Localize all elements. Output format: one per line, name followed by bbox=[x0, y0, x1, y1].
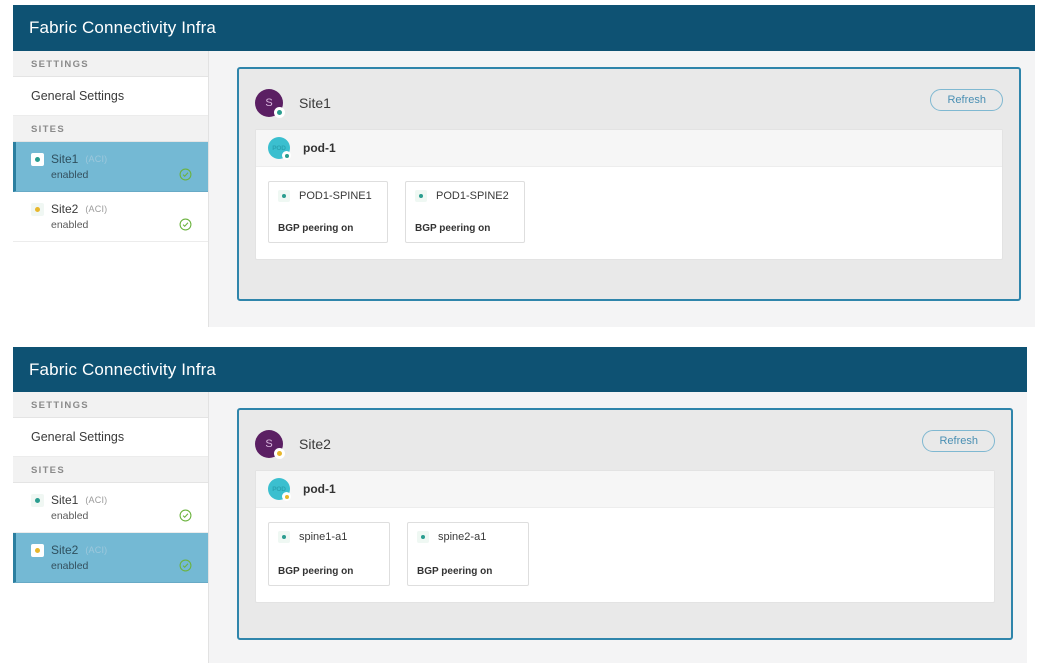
avatar-status-badge-icon bbox=[282, 492, 291, 501]
sidebar-item-general-settings[interactable]: General Settings bbox=[13, 77, 208, 116]
site-avatar: S bbox=[255, 430, 285, 459]
node-name: spine2-a1 bbox=[438, 531, 487, 543]
refresh-button[interactable]: Refresh bbox=[930, 89, 1003, 111]
site-card-header: S Site2 Refresh bbox=[255, 424, 995, 464]
sidebar-item-site2[interactable]: Site2 (ACI) enabled bbox=[13, 533, 208, 583]
pod-avatar: POD bbox=[268, 478, 291, 501]
node-card[interactable]: spine1-a1 BGP peering on bbox=[268, 522, 390, 586]
site-row-header: Site1 (ACI) bbox=[31, 493, 198, 507]
node-card[interactable]: spine2-a1 BGP peering on bbox=[407, 522, 529, 586]
sidebar-section-settings: SETTINGS bbox=[13, 392, 208, 418]
sidebar-item-site1[interactable]: Site1 (ACI) enabled bbox=[13, 483, 208, 533]
site-card-header: S Site1 Refresh bbox=[255, 83, 1003, 123]
node-bgp-status: BGP peering on bbox=[278, 566, 354, 577]
pod-avatar: POD bbox=[268, 137, 291, 160]
site-type: (ACI) bbox=[85, 545, 108, 555]
fabric-connectivity-panel-site2: Fabric Connectivity Infra SETTINGS Gener… bbox=[13, 347, 1027, 663]
check-circle-icon bbox=[179, 559, 192, 572]
panel-body: SETTINGS General Settings SITES Site1 (A… bbox=[13, 51, 1035, 327]
pod-name: pod-1 bbox=[303, 482, 336, 496]
check-circle-icon bbox=[179, 218, 192, 231]
avatar-status-badge-icon bbox=[274, 448, 285, 459]
fabric-connectivity-panel-site1: Fabric Connectivity Infra SETTINGS Gener… bbox=[13, 5, 1035, 327]
site-status-badge-icon bbox=[31, 543, 44, 557]
site-name: Site2 bbox=[51, 202, 79, 216]
node-bgp-status: BGP peering on bbox=[278, 223, 354, 234]
node-name: POD1-SPINE1 bbox=[299, 190, 372, 202]
site-card: S Site1 Refresh POD pod-1 POD1-SPINE1 BG… bbox=[237, 67, 1021, 301]
pod-name: pod-1 bbox=[303, 141, 336, 155]
node-card[interactable]: POD1-SPINE1 BGP peering on bbox=[268, 181, 388, 243]
site-state: enabled bbox=[51, 510, 89, 522]
node-header: POD1-SPINE2 bbox=[415, 190, 515, 202]
sidebar-item-site1[interactable]: Site1 (ACI) enabled bbox=[13, 142, 208, 192]
site-name: Site1 bbox=[51, 493, 79, 507]
node-status-badge-icon bbox=[415, 190, 427, 202]
site-type: (ACI) bbox=[85, 204, 108, 214]
site-status-badge-icon bbox=[31, 202, 44, 216]
site-row-header: Site1 (ACI) bbox=[31, 152, 198, 166]
pod-container: POD pod-1 POD1-SPINE1 BGP peering on POD… bbox=[255, 129, 1003, 260]
sidebar-section-sites: SITES bbox=[13, 116, 208, 142]
sidebar: SETTINGS General Settings SITES Site1 (A… bbox=[13, 392, 209, 663]
site-state: enabled bbox=[51, 560, 89, 572]
page-title: Fabric Connectivity Infra bbox=[29, 18, 217, 37]
sidebar: SETTINGS General Settings SITES Site1 (A… bbox=[13, 51, 209, 327]
sidebar-section-sites: SITES bbox=[13, 457, 208, 483]
node-list: POD1-SPINE1 BGP peering on POD1-SPINE2 B… bbox=[256, 167, 1002, 259]
node-list: spine1-a1 BGP peering on spine2-a1 BGP p… bbox=[256, 508, 994, 602]
site-card: S Site2 Refresh POD pod-1 spine1-a1 BGP … bbox=[237, 408, 1013, 640]
site-status-badge-icon bbox=[31, 152, 44, 166]
pod-header: POD pod-1 bbox=[256, 130, 1002, 167]
node-status-badge-icon bbox=[417, 531, 429, 543]
avatar-status-badge-icon bbox=[282, 151, 291, 160]
check-circle-icon bbox=[179, 509, 192, 522]
site-name: Site1 bbox=[51, 152, 79, 166]
content-area: S Site2 Refresh POD pod-1 spine1-a1 BGP … bbox=[209, 392, 1027, 663]
refresh-button[interactable]: Refresh bbox=[922, 430, 995, 452]
node-bgp-status: BGP peering on bbox=[417, 566, 493, 577]
avatar-letter: S bbox=[265, 97, 273, 109]
node-status-badge-icon bbox=[278, 190, 290, 202]
node-header: spine1-a1 bbox=[278, 531, 380, 543]
pod-container: POD pod-1 spine1-a1 BGP peering on spine… bbox=[255, 470, 995, 603]
avatar-letter: S bbox=[265, 438, 273, 450]
site-avatar: S bbox=[255, 89, 285, 118]
site-card-title: Site2 bbox=[299, 436, 331, 452]
content-area: S Site1 Refresh POD pod-1 POD1-SPINE1 BG… bbox=[209, 51, 1035, 327]
node-name: POD1-SPINE2 bbox=[436, 190, 509, 202]
avatar-status-badge-icon bbox=[274, 107, 285, 118]
check-circle-icon bbox=[179, 168, 192, 181]
page-title: Fabric Connectivity Infra bbox=[29, 359, 217, 379]
sidebar-item-site2[interactable]: Site2 (ACI) enabled bbox=[13, 192, 208, 242]
node-header: POD1-SPINE1 bbox=[278, 190, 378, 202]
node-bgp-status: BGP peering on bbox=[415, 223, 491, 234]
sidebar-item-general-settings[interactable]: General Settings bbox=[13, 418, 208, 457]
site-type: (ACI) bbox=[85, 154, 108, 164]
site-row-header: Site2 (ACI) bbox=[31, 202, 198, 216]
node-name: spine1-a1 bbox=[299, 531, 348, 543]
sidebar-section-settings: SETTINGS bbox=[13, 51, 208, 77]
site-state: enabled bbox=[51, 169, 89, 181]
site-name: Site2 bbox=[51, 543, 79, 557]
site-state: enabled bbox=[51, 219, 89, 231]
pod-header: POD pod-1 bbox=[256, 471, 994, 508]
app-header: Fabric Connectivity Infra bbox=[13, 5, 1035, 51]
node-header: spine2-a1 bbox=[417, 531, 519, 543]
site-status-badge-icon bbox=[31, 493, 44, 507]
node-card[interactable]: POD1-SPINE2 BGP peering on bbox=[405, 181, 525, 243]
app-header: Fabric Connectivity Infra bbox=[13, 347, 1027, 392]
site-card-title: Site1 bbox=[299, 95, 331, 111]
site-type: (ACI) bbox=[85, 495, 108, 505]
panel-body: SETTINGS General Settings SITES Site1 (A… bbox=[13, 392, 1027, 663]
node-status-badge-icon bbox=[278, 531, 290, 543]
site-row-header: Site2 (ACI) bbox=[31, 543, 198, 557]
